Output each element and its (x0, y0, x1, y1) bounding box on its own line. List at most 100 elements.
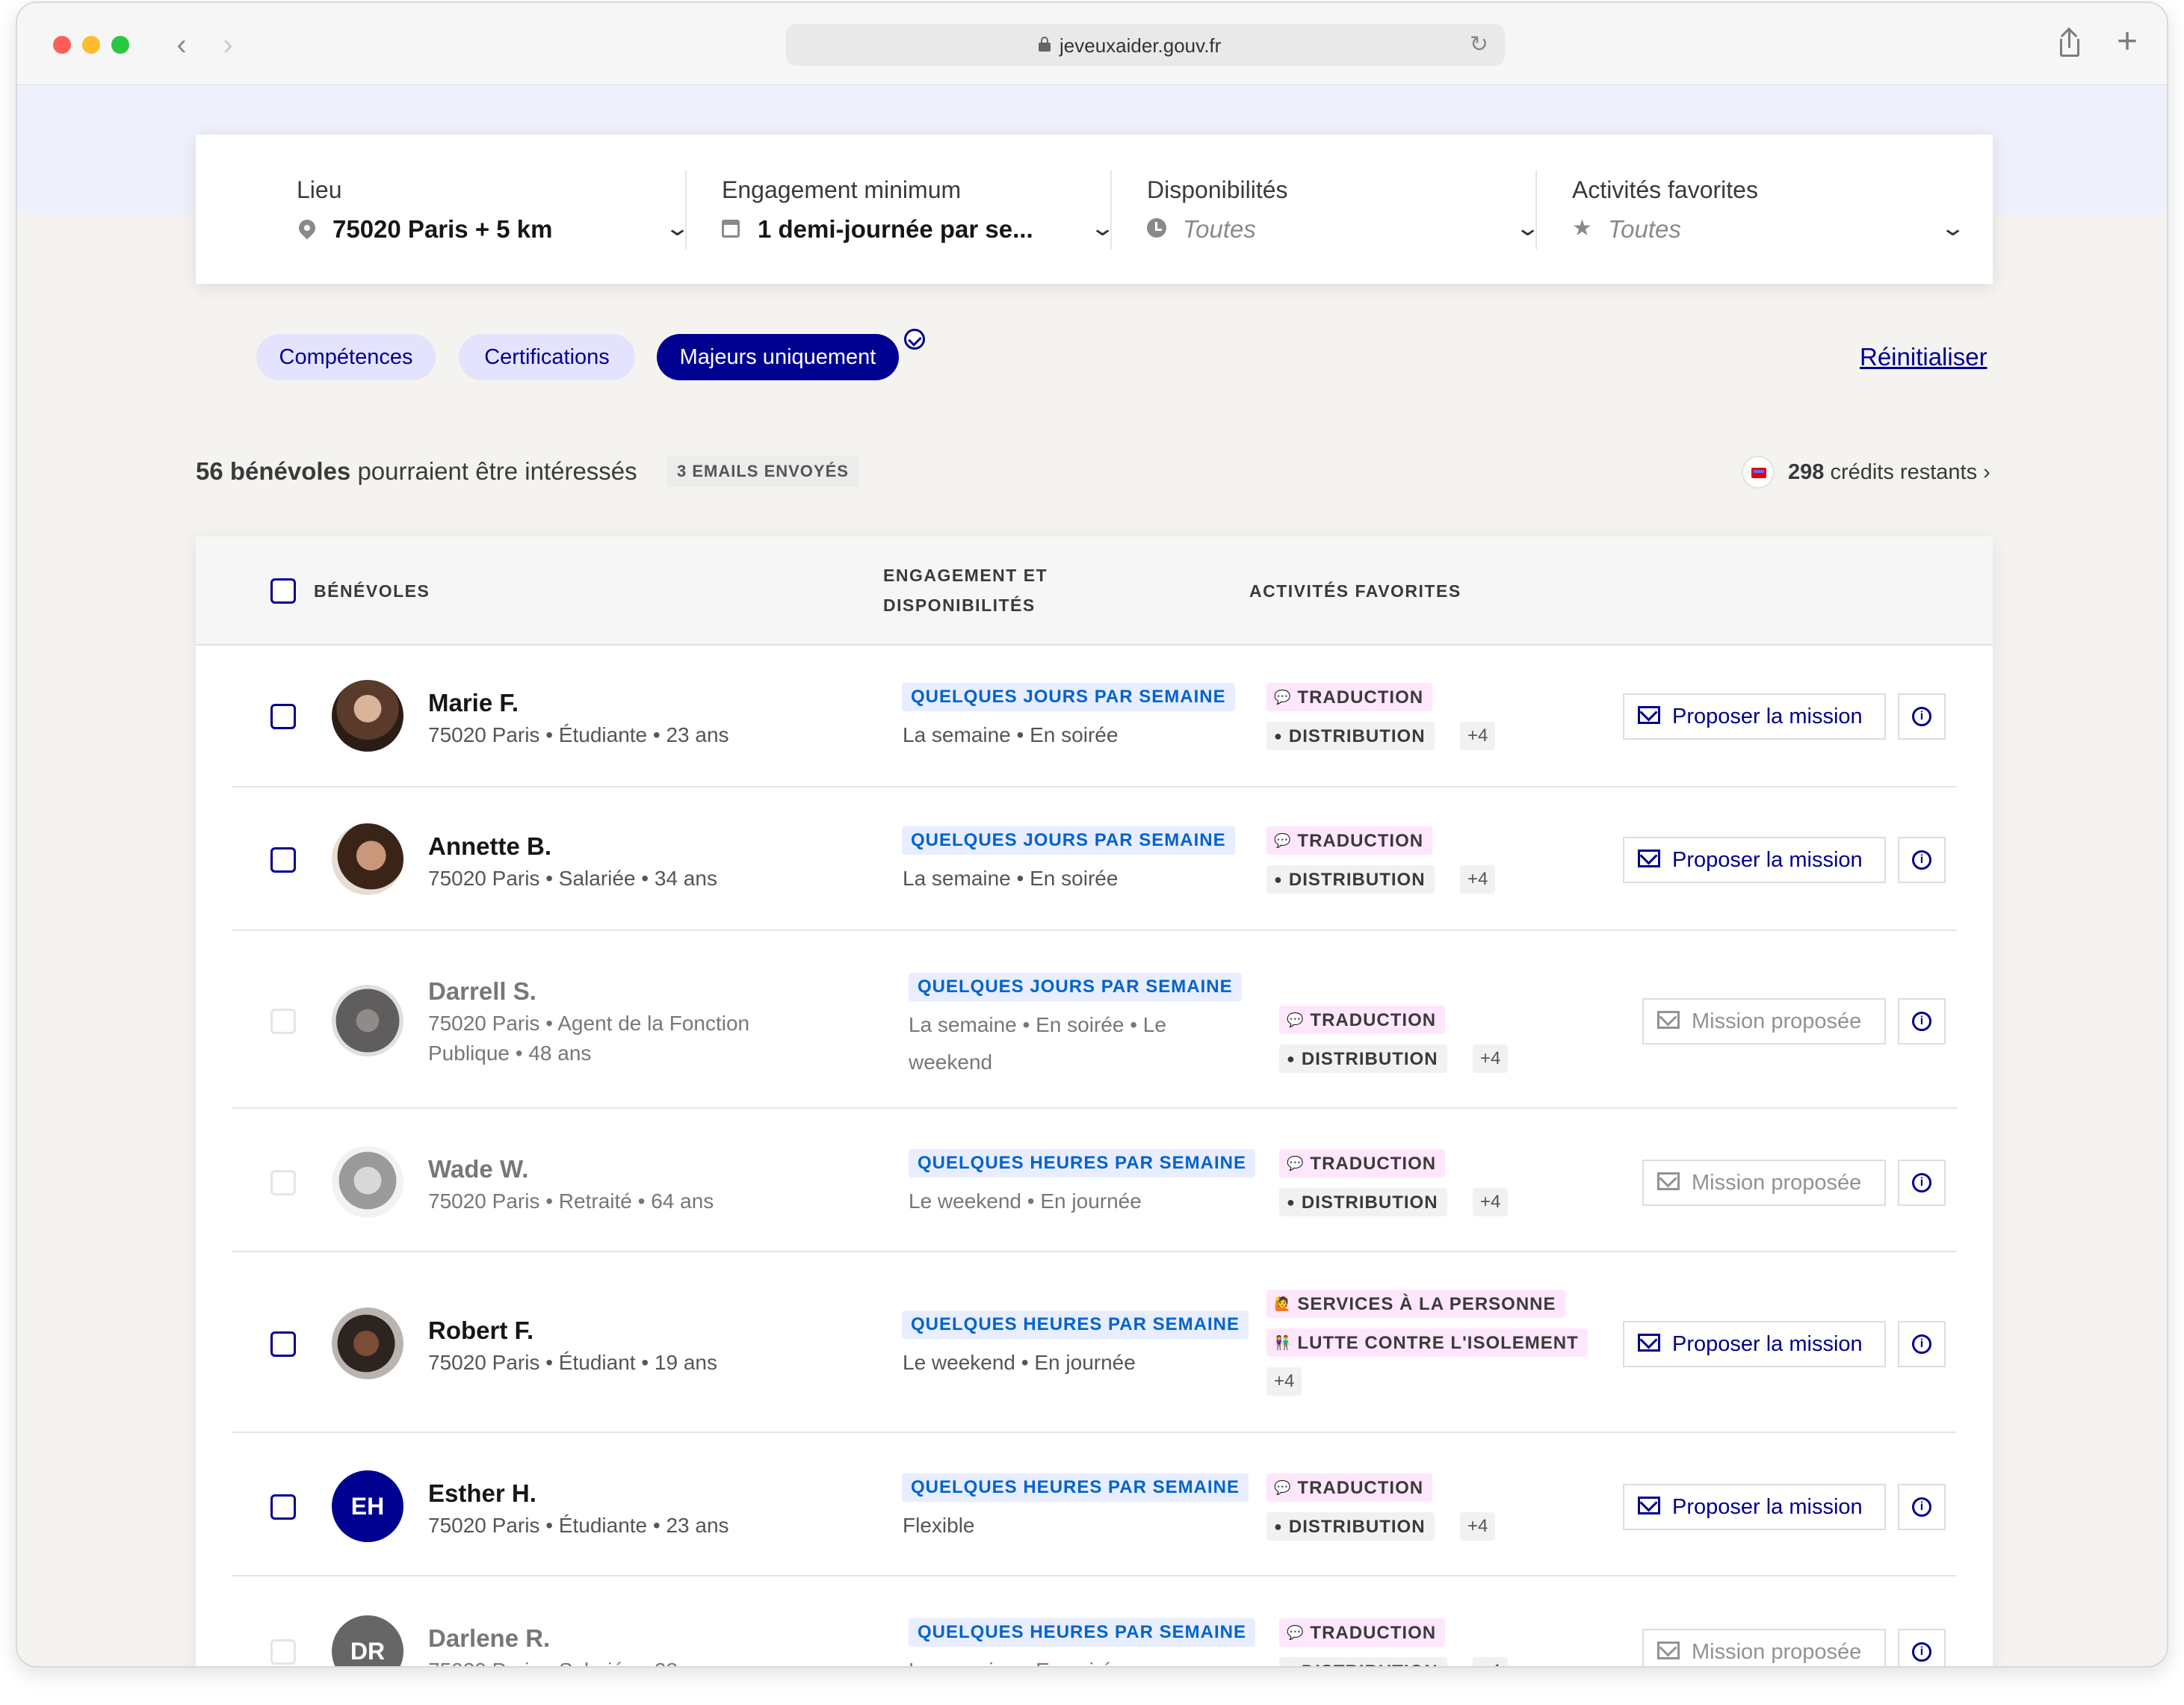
mission-proposed-button[interactable]: Mission proposée (1642, 1629, 1886, 1666)
minimize-window-button[interactable] (82, 36, 100, 54)
engagement-tag: QUELQUES JOURS PAR SEMAINE (902, 683, 1235, 711)
availability-text: La semaine • En soirée (903, 867, 1119, 890)
row-divider (232, 786, 1957, 787)
check-circle-icon (904, 329, 925, 350)
pill-majeurs-uniquement[interactable]: Majeurs uniquement (657, 334, 899, 380)
avatar (332, 1146, 403, 1218)
envelope-icon (1657, 1641, 1680, 1659)
info-icon: i (1912, 1497, 1931, 1517)
new-tab-icon[interactable]: + (2117, 22, 2138, 61)
speech-bubble-icon: 💬 (1274, 690, 1292, 705)
pill-competences[interactable]: Compétences (256, 334, 436, 380)
activity-tag: ●DISTRIBUTION (1266, 865, 1435, 894)
row-checkbox[interactable] (270, 1639, 296, 1665)
more-activities-badge[interactable]: +4 (1473, 1657, 1509, 1666)
filter-label: Lieu (297, 176, 342, 203)
chevron-down-icon[interactable]: ⌄ (1940, 215, 1966, 241)
clock-icon (1147, 218, 1168, 239)
info-button[interactable]: i (1898, 1321, 1946, 1367)
activity-tag: 💬 TRADUCTION (1279, 1149, 1446, 1178)
more-activities-badge[interactable]: +4 (1460, 1512, 1496, 1541)
more-activities-badge[interactable]: +4 (1473, 1045, 1509, 1073)
row-checkbox[interactable] (270, 1494, 296, 1520)
row-checkbox[interactable] (270, 1170, 296, 1195)
info-icon: i (1912, 707, 1931, 726)
volunteer-meta: 75020 Paris • Retraité • 64 ans (428, 1189, 714, 1213)
address-bar[interactable]: jeveuxaider.gouv.fr ↻ (786, 24, 1505, 66)
engagement-tag: QUELQUES HEURES PAR SEMAINE (909, 1618, 1255, 1647)
column-header-disponibilites: DISPONIBILITÉS (883, 595, 1036, 615)
forward-icon[interactable]: › (213, 27, 243, 63)
filter-value: Toutes (1183, 215, 1256, 243)
filter-divider (685, 170, 687, 250)
engagement-tag: QUELQUES HEURES PAR SEMAINE (902, 1473, 1249, 1502)
results-summary: 56 bénévoles pourraient être intéressés (196, 457, 637, 486)
distribution-icon: ● (1287, 1657, 1296, 1666)
close-window-button[interactable] (53, 36, 71, 54)
table-row: Annette B. 75020 Paris • Salariée • 34 a… (196, 789, 1993, 931)
table-row: DR Darlene R. 75020 Paris • Salariée • 2… (196, 1578, 1993, 1666)
select-all-checkbox[interactable] (270, 578, 296, 604)
info-button[interactable]: i (1898, 837, 1946, 883)
volunteer-meta: 75020 Paris • Agent de la Fonction (428, 1012, 750, 1035)
share-icon[interactable] (2058, 27, 2081, 58)
availability-text: Le weekend • En journée (903, 1351, 1136, 1374)
mission-proposed-button[interactable]: Mission proposée (1642, 998, 1886, 1045)
distribution-icon: ● (1287, 1051, 1296, 1066)
column-header-activities: ACTIVITÉS FAVORITES (1249, 581, 1461, 601)
row-checkbox[interactable] (270, 704, 296, 729)
mission-proposed-button[interactable]: Mission proposée (1642, 1160, 1886, 1206)
pill-certifications[interactable]: Certifications (459, 334, 635, 380)
filter-value: 75020 Paris + 5 km (332, 215, 553, 243)
filter-availability[interactable]: Disponibilités Toutes ⌄ (1147, 134, 1573, 284)
reload-icon[interactable]: ↻ (1470, 31, 1488, 58)
table-row: Robert F. 75020 Paris • Étudiant • 19 an… (196, 1254, 1993, 1433)
row-checkbox[interactable] (270, 847, 296, 873)
envelope-icon (1638, 1334, 1660, 1352)
distribution-icon: ● (1274, 728, 1283, 743)
more-activities-badge[interactable]: +4 (1460, 865, 1496, 894)
propose-mission-button[interactable]: Proposer la mission (1623, 1484, 1886, 1530)
availability-text: La semaine • En soirée (903, 723, 1119, 746)
envelope-icon (1657, 1011, 1680, 1029)
row-checkbox[interactable] (270, 1009, 296, 1034)
info-button[interactable]: i (1898, 1629, 1946, 1666)
info-button[interactable]: i (1898, 1160, 1946, 1206)
volunteer-name: Darrell S. (428, 977, 536, 1005)
filter-divider (1110, 170, 1112, 250)
reset-link[interactable]: Réinitialiser (1860, 343, 1987, 371)
activity-tag: 🙋 SERVICES À LA PERSONNE (1266, 1290, 1565, 1318)
back-icon[interactable]: ‹ (167, 27, 197, 63)
column-header-volunteers: BÉNÉVOLES (314, 581, 430, 601)
volunteer-meta: 75020 Paris • Étudiante • 23 ans (428, 723, 729, 746)
envelope-icon (1638, 850, 1660, 867)
table-row: EH Esther H. 75020 Paris • Étudiante • 2… (196, 1435, 1993, 1576)
volunteer-meta: 75020 Paris • Salariée • 23 ans (428, 1656, 717, 1666)
info-button[interactable]: i (1898, 1484, 1946, 1530)
calendar-icon (722, 218, 743, 239)
table-row: Wade W. 75020 Paris • Retraité • 64 ans … (196, 1110, 1993, 1252)
volunteer-meta: 75020 Paris • Salariée • 34 ans (428, 867, 717, 890)
propose-mission-button[interactable]: Proposer la mission (1623, 837, 1886, 883)
info-button[interactable]: i (1898, 693, 1946, 740)
row-checkbox[interactable] (270, 1331, 296, 1357)
table-row: Darrell S. 75020 Paris • Agent de la Fon… (196, 932, 1993, 1109)
filter-activities[interactable]: Activités favorites ★ Toutes ⌄ (1572, 134, 1998, 284)
row-divider (232, 1251, 1957, 1252)
summary-text: pourraient être intéressés (357, 457, 637, 485)
info-icon: i (1912, 1334, 1931, 1354)
filter-engagement[interactable]: Engagement minimum 1 demi-journée par se… (722, 134, 1148, 284)
propose-mission-button[interactable]: Proposer la mission (1623, 1321, 1886, 1367)
filter-location[interactable]: Lieu 75020 Paris + 5 km ⌄ (295, 134, 723, 284)
activity-tag: ●DISTRIBUTION (1279, 1045, 1447, 1073)
speech-bubble-icon: 💬 (1287, 1625, 1305, 1640)
maximize-window-button[interactable] (111, 36, 129, 54)
more-activities-badge[interactable]: +4 (1266, 1367, 1302, 1396)
more-activities-badge[interactable]: +4 (1460, 722, 1496, 750)
propose-mission-button[interactable]: Proposer la mission (1623, 693, 1886, 740)
more-activities-badge[interactable]: +4 (1473, 1188, 1509, 1216)
engagement-tag: QUELQUES JOURS PAR SEMAINE (902, 826, 1235, 855)
credits-icon (1742, 456, 1775, 489)
row-divider (232, 929, 1957, 931)
info-button[interactable]: i (1898, 998, 1946, 1045)
